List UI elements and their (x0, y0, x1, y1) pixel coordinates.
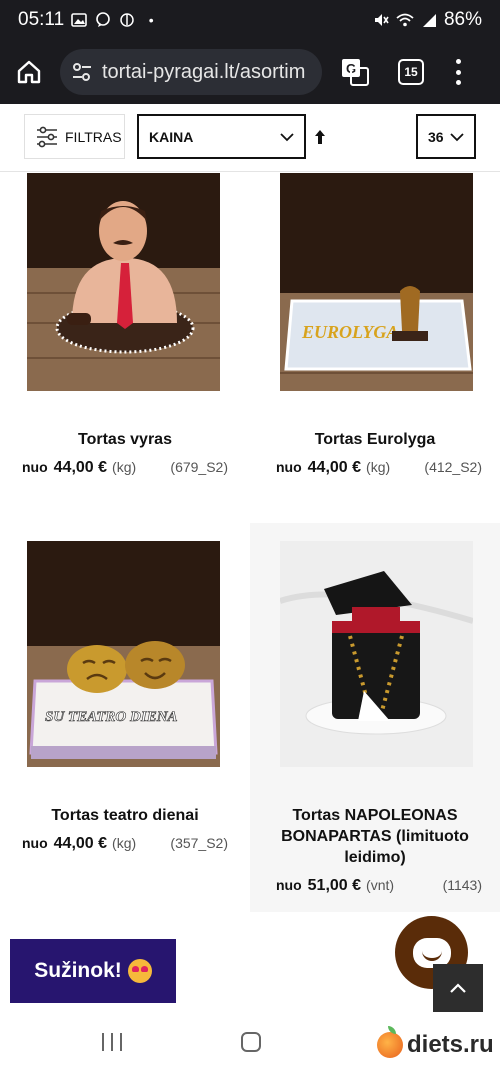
translate-icon: G (342, 59, 369, 86)
price-unit: (kg) (366, 459, 391, 475)
heart-eyes-emoji-icon (127, 959, 152, 983)
per-page-select[interactable]: 36 (416, 114, 476, 159)
product-image[interactable] (27, 173, 220, 391)
sliders-icon (37, 126, 57, 147)
product-code: (679_S2) (170, 459, 228, 475)
product-price-row: nuo 51,00 € (vnt) (1143) (276, 877, 482, 895)
cake-image-text: SU TEATRO DIENA (45, 709, 178, 725)
filter-bar: FILTRAS KAINA 36 (0, 104, 500, 172)
product-card[interactable]: Tortas NAPOLEONAS BONAPARTAS (limituoto … (250, 523, 500, 912)
signal-icon (420, 11, 438, 29)
price-prefix: nuo (22, 835, 48, 851)
watermark-text: diets.ru (407, 1031, 494, 1058)
price-prefix: nuo (276, 877, 302, 893)
product-price: 44,00 € (53, 835, 108, 852)
home-icon (17, 60, 41, 84)
page: 05:11 • 86% tortai-pyragai.lt/asortim G … (0, 0, 500, 1071)
translate-button[interactable]: G (338, 55, 372, 89)
filter-label: FILTRAS (65, 128, 122, 145)
product-code: (357_S2) (170, 835, 228, 851)
music-note-icon (118, 11, 136, 29)
scroll-top-button[interactable] (433, 964, 483, 1012)
product-code: (412_S2) (424, 459, 482, 475)
product-name[interactable]: Tortas teatro dienai (0, 805, 250, 826)
sort-direction-arrow-icon[interactable] (314, 128, 326, 146)
product-image[interactable] (280, 541, 473, 767)
price-unit: (kg) (112, 835, 137, 851)
product-card[interactable]: SU TEATRO DIENA Tortas teatro dienai nuo… (0, 523, 250, 912)
chevron-down-icon (280, 132, 294, 141)
site-settings-icon (73, 63, 91, 81)
gallery-icon (70, 11, 88, 29)
system-home-button[interactable] (241, 1032, 261, 1052)
recents-button[interactable] (102, 1033, 122, 1051)
url-text: tortai-pyragai.lt/asortim (102, 60, 306, 83)
home-button[interactable] (14, 57, 44, 87)
address-bar[interactable]: tortai-pyragai.lt/asortim (60, 49, 322, 95)
status-bar: 05:11 • 86% (0, 0, 500, 40)
chat-icon (412, 937, 451, 968)
product-image[interactable]: SU TEATRO DIENA (27, 541, 220, 767)
sort-select[interactable]: KAINA (137, 114, 306, 159)
tab-switcher-button[interactable]: 15 (398, 59, 424, 85)
status-time: 05:11 (18, 9, 65, 30)
filter-button[interactable]: FILTRAS (24, 114, 125, 159)
apple-logo-icon (377, 1026, 403, 1058)
product-price-row: nuo 44,00 € (kg) (357_S2) (22, 835, 228, 853)
product-name[interactable]: Tortas vyras (0, 429, 250, 450)
product-price: 44,00 € (307, 459, 362, 476)
product-name[interactable]: Tortas Eurolyga (250, 429, 500, 450)
price-unit: (vnt) (366, 877, 395, 893)
browser-menu-button[interactable] (454, 59, 462, 85)
chevron-up-icon (450, 983, 466, 993)
product-card[interactable]: Tortas vyras nuo 44,00 € (kg) (679_S2) (0, 173, 250, 518)
message-icon (94, 11, 112, 29)
price-prefix: nuo (22, 459, 48, 475)
watermark: diets.ru (377, 1026, 494, 1059)
product-price: 51,00 € (307, 877, 362, 894)
mute-icon (372, 11, 390, 29)
product-card[interactable]: EUROLYGA Tortas Eurolyga nuo 44,00 € (kg… (250, 173, 500, 518)
product-code: (1143) (442, 877, 482, 893)
product-image[interactable]: EUROLYGA (280, 173, 473, 391)
per-page-value: 36 (428, 128, 444, 145)
promo-button[interactable]: Sužinok! (10, 939, 176, 1003)
price-unit: (kg) (112, 459, 137, 475)
system-nav-bar: diets.ru (0, 1013, 500, 1071)
wifi-icon (396, 11, 414, 29)
product-name[interactable]: Tortas NAPOLEONAS BONAPARTAS (limituoto … (250, 805, 500, 868)
price-prefix: nuo (276, 459, 302, 475)
dot-icon: • (148, 12, 154, 28)
promo-label: Sužinok! (34, 959, 122, 982)
sort-value: KAINA (149, 128, 194, 145)
product-price: 44,00 € (53, 459, 108, 476)
product-price-row: nuo 44,00 € (kg) (679_S2) (22, 459, 228, 477)
chevron-down-icon (450, 132, 464, 141)
browser-toolbar: tortai-pyragai.lt/asortim G 15 (0, 40, 500, 104)
product-price-row: nuo 44,00 € (kg) (412_S2) (276, 459, 482, 477)
cake-image-text: EUROLYGA (301, 322, 398, 342)
battery-level: 86% (443, 9, 482, 30)
